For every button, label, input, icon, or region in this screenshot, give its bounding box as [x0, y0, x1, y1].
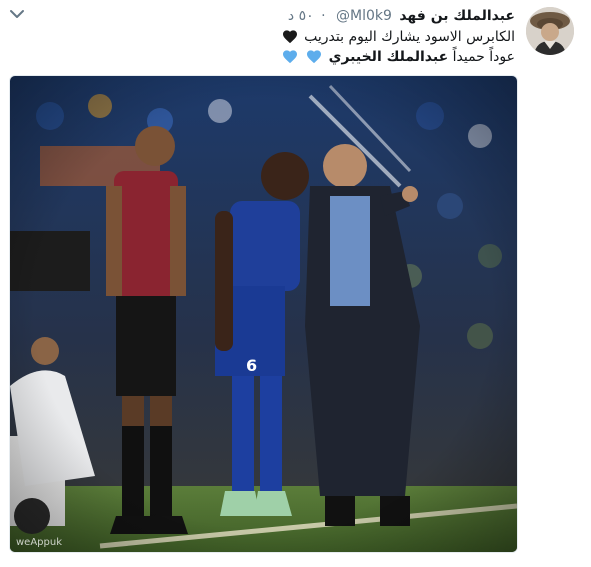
avatar[interactable] [526, 7, 574, 55]
blue-heart-icon [307, 50, 322, 64]
tweet-text-line-1: الكابرس الاسود يشارك اليوم بتدريب [75, 27, 515, 47]
tweet-text-line-2-prefix: عوداً حميداً [452, 49, 515, 65]
tweet-timestamp[interactable]: ٥٠ د [288, 8, 314, 24]
blue-heart-icon [282, 50, 297, 64]
author-name[interactable]: عبدالملك بن فهد [399, 8, 515, 24]
photo-image: 6 [10, 76, 517, 552]
photo-watermark: weAppuk [16, 537, 62, 548]
black-heart-icon [282, 30, 297, 44]
tweet-header: عبدالملك بن فهد @Ml0k9 · ٥٠ د [288, 7, 515, 25]
avatar-image [526, 7, 574, 55]
separator-dot: · [321, 8, 326, 24]
tweet-text: الكابرس الاسود يشارك اليوم بتدريب عوداً … [75, 27, 515, 67]
tweet: عبدالملك بن فهد @Ml0k9 · ٥٠ د الكابرس ال… [0, 0, 591, 567]
tweet-text-line-1-text: الكابرس الاسود يشارك اليوم بتدريب [304, 29, 515, 45]
tweet-photo[interactable]: 6 weAppuk [9, 75, 518, 553]
mention-link[interactable]: عبدالملك الخيبري [329, 49, 449, 65]
tweet-text-line-2: عوداً حميداً عبدالملك الخيبري [75, 47, 515, 67]
author-handle[interactable]: @Ml0k9 [336, 8, 392, 24]
chevron-down-icon[interactable] [9, 8, 25, 20]
